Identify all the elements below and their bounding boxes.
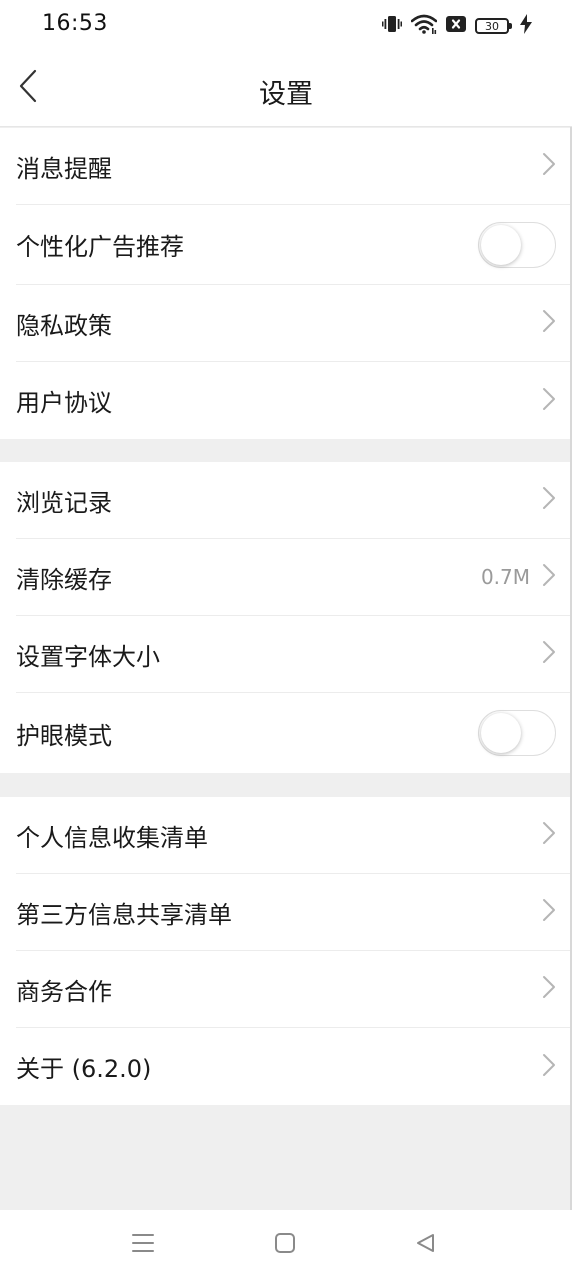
row-browse-history[interactable]: 浏览记录 (16, 462, 572, 539)
row-label: 个人信息收集清单 (16, 823, 208, 852)
chevron-right-icon (542, 387, 556, 415)
personalized-ads-toggle[interactable] (478, 221, 556, 268)
row-privacy-policy[interactable]: 隐私政策 (16, 285, 572, 362)
toggle-knob (481, 224, 521, 265)
row-label: 隐私政策 (16, 311, 112, 340)
battery-icon: 30 (475, 18, 512, 34)
row-label: 商务合作 (16, 977, 112, 1006)
chevron-right-icon (542, 821, 556, 849)
chevron-right-icon (542, 975, 556, 1003)
row-personal-info-list[interactable]: 个人信息收集清单 (16, 797, 572, 874)
row-eye-protection: 护眼模式 (16, 693, 572, 773)
back-triangle-icon (414, 1232, 436, 1258)
eye-protection-toggle[interactable] (478, 710, 556, 756)
settings-group-3: 个人信息收集清单 第三方信息共享清单 商务合作 关于 (6.2.0) (0, 797, 572, 1105)
chevron-right-icon (542, 309, 556, 337)
toggle-knob (481, 713, 521, 753)
charging-icon (520, 14, 532, 38)
row-label: 消息提醒 (16, 154, 112, 183)
nav-menu-button[interactable] (128, 1230, 158, 1260)
settings-group-1: 消息提醒 个性化广告推荐 隐私政策 用户协议 (0, 128, 572, 439)
system-nav-bar (0, 1210, 572, 1280)
status-icons: 30 (382, 14, 532, 38)
settings-group-2: 浏览记录 清除缓存 0.7M 设置字体大小 护眼模式 (0, 462, 572, 773)
vibrate-icon (382, 15, 402, 37)
row-business-cooperation[interactable]: 商务合作 (16, 951, 572, 1028)
chevron-right-icon (542, 486, 556, 514)
row-label: 关于 (6.2.0) (16, 1055, 152, 1083)
chevron-right-icon (542, 898, 556, 926)
cache-size-value: 0.7M (480, 565, 530, 589)
row-label: 护眼模式 (16, 721, 112, 750)
row-clear-cache[interactable]: 清除缓存 0.7M (16, 539, 572, 616)
row-about[interactable]: 关于 (6.2.0) (16, 1028, 572, 1105)
row-label: 用户协议 (16, 389, 112, 417)
chevron-right-icon (542, 640, 556, 668)
row-personalized-ads: 个性化广告推荐 (16, 205, 572, 285)
row-label: 浏览记录 (16, 488, 112, 517)
row-user-agreement[interactable]: 用户协议 (16, 362, 572, 439)
row-font-size[interactable]: 设置字体大小 (16, 616, 572, 693)
row-third-party-sharing[interactable]: 第三方信息共享清单 (16, 874, 572, 951)
row-label: 个性化广告推荐 (16, 233, 184, 261)
chevron-right-icon (542, 563, 556, 591)
row-label: 清除缓存 (16, 565, 112, 594)
sim-off-icon (446, 15, 466, 37)
wifi-icon (410, 14, 438, 38)
chevron-right-icon (542, 152, 556, 180)
nav-back-button[interactable] (410, 1230, 440, 1260)
status-bar: 16:53 30 (0, 0, 572, 52)
row-message-reminder[interactable]: 消息提醒 (16, 128, 572, 205)
row-label: 设置字体大小 (16, 642, 160, 671)
row-label: 第三方信息共享清单 (16, 900, 232, 929)
home-square-icon (274, 1232, 296, 1258)
status-time: 16:53 (42, 11, 108, 36)
page-title: 设置 (259, 79, 313, 110)
chevron-right-icon (542, 1053, 556, 1081)
nav-home-button[interactable] (270, 1230, 300, 1260)
menu-icon (132, 1233, 154, 1257)
app-header: 设置 (0, 52, 572, 127)
